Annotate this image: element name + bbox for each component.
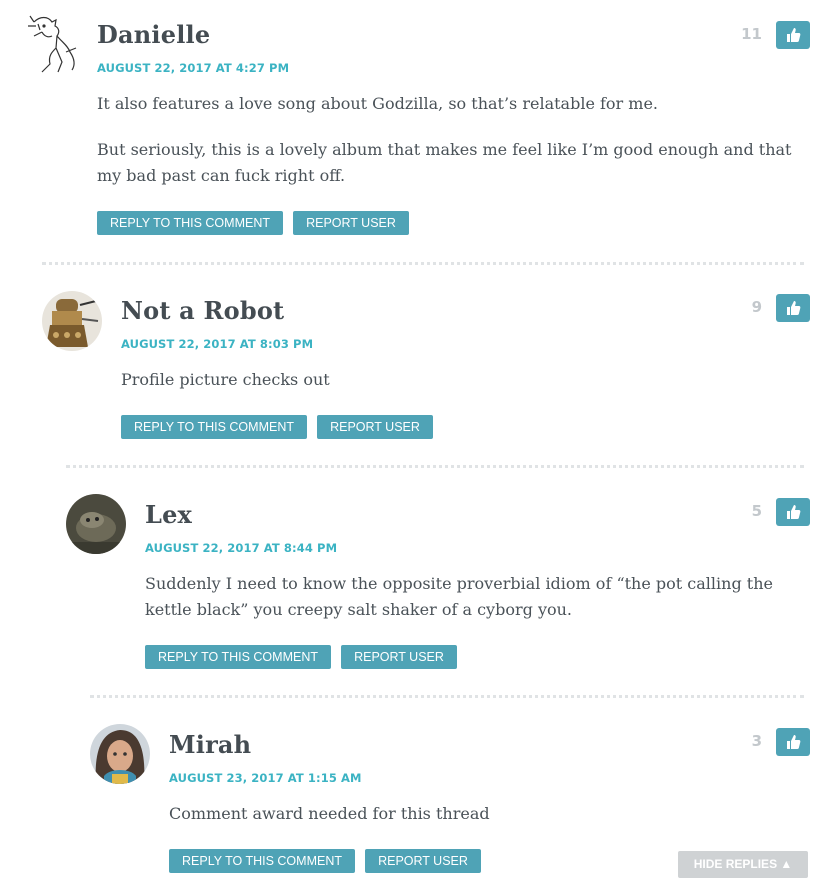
author-name[interactable]: Mirah — [169, 730, 251, 759]
thumbs-up-icon — [787, 735, 801, 749]
comment-text: Profile picture checks out — [121, 370, 330, 389]
reply-button[interactable]: REPLY TO THIS COMMENT — [169, 849, 355, 873]
author-name[interactable]: Not a Robot — [121, 296, 284, 325]
like-count: 9 — [751, 298, 762, 316]
reply-button[interactable]: REPLY TO THIS COMMENT — [121, 415, 307, 439]
avatar[interactable] — [90, 724, 150, 784]
like-count: 11 — [741, 25, 762, 43]
avatar[interactable] — [66, 494, 126, 554]
hide-replies-button[interactable]: HIDE REPLIES ▲ — [678, 851, 808, 878]
comment-date[interactable]: AUGUST 22, 2017 AT 4:27 PM — [97, 61, 289, 75]
report-user-button[interactable]: REPORT USER — [365, 849, 481, 873]
comment-date[interactable]: AUGUST 23, 2017 AT 1:15 AM — [169, 771, 362, 785]
like-count: 3 — [751, 732, 762, 750]
like-button[interactable] — [776, 294, 810, 322]
report-user-button[interactable]: REPORT USER — [341, 645, 457, 669]
comment-separator — [42, 262, 804, 265]
comment-text: It also features a love song about Godzi… — [97, 94, 659, 113]
thumbs-up-icon — [787, 505, 801, 519]
comment-text: Comment award needed for this thread — [169, 804, 490, 823]
like-button[interactable] — [776, 498, 810, 526]
report-user-button[interactable]: REPORT USER — [317, 415, 433, 439]
report-user-button[interactable]: REPORT USER — [293, 211, 409, 235]
comment-date[interactable]: AUGUST 22, 2017 AT 8:03 PM — [121, 337, 313, 351]
comment-text: But seriously, this is a lovely album th… — [97, 140, 792, 185]
comment-separator — [90, 695, 804, 698]
thumbs-up-icon — [787, 28, 801, 42]
comment-separator — [66, 465, 804, 468]
reply-button[interactable]: REPLY TO THIS COMMENT — [97, 211, 283, 235]
avatar[interactable] — [22, 12, 82, 76]
author-name[interactable]: Lex — [145, 500, 192, 529]
like-button[interactable] — [776, 21, 810, 49]
comment-date[interactable]: AUGUST 22, 2017 AT 8:44 PM — [145, 541, 337, 555]
thumbs-up-icon — [787, 301, 801, 315]
comment-text: Suddenly I need to know the opposite pro… — [145, 574, 773, 619]
reply-button[interactable]: REPLY TO THIS COMMENT — [145, 645, 331, 669]
author-name[interactable]: Danielle — [97, 20, 210, 49]
avatar[interactable] — [42, 291, 102, 351]
like-count: 5 — [751, 502, 762, 520]
like-button[interactable] — [776, 728, 810, 756]
